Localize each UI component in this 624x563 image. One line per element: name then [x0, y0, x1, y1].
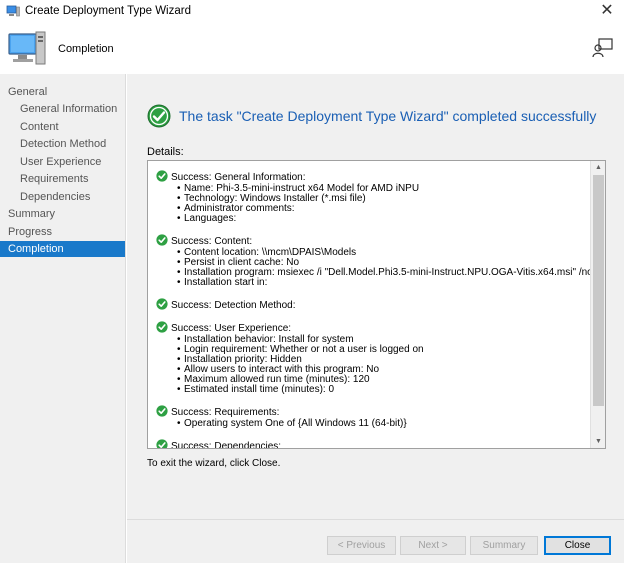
next-button[interactable]: Next > — [400, 536, 466, 555]
section-title: Success: Content: — [171, 236, 253, 247]
exit-instruction: To exit the wizard, click Close. — [147, 458, 281, 469]
previous-button[interactable]: < Previous — [327, 536, 396, 555]
wizard-footer: < Previous Next > Summary Close — [127, 519, 624, 563]
wizard-sidebar: General General Information Content Dete… — [0, 74, 126, 563]
details-section-general-information: Success: General Information: Name: Phi-… — [156, 170, 586, 224]
detail-item: Administrator comments: — [177, 204, 586, 215]
section-title: Success: General Information: — [171, 172, 306, 183]
details-box[interactable]: Success: General Information: Name: Phi-… — [147, 160, 606, 449]
main-panel: The task "Create Deployment Type Wizard"… — [127, 74, 624, 519]
success-check-icon — [156, 298, 168, 310]
detail-item: Languages: — [177, 214, 586, 225]
sidebar-item-summary[interactable]: Summary — [0, 206, 125, 222]
scroll-up-arrow-icon[interactable]: ▲ — [591, 161, 605, 174]
sidebar-item-progress[interactable]: Progress — [0, 224, 125, 240]
computer-icon — [8, 31, 46, 65]
details-label: Details: — [147, 146, 184, 158]
success-check-icon — [147, 104, 171, 128]
computer-icon — [6, 5, 20, 17]
details-content: Success: General Information: Name: Phi-… — [156, 170, 605, 449]
section-title: Success: Dependencies: — [171, 441, 282, 449]
completion-heading: The task "Create Deployment Type Wizard"… — [179, 108, 597, 124]
sidebar-item-detection-method[interactable]: Detection Method — [0, 136, 125, 152]
page-title: Completion — [58, 43, 114, 55]
success-check-icon — [156, 439, 168, 448]
scroll-thumb[interactable] — [593, 175, 604, 406]
details-section-user-experience: Success: User Experience: Installation b… — [156, 321, 586, 395]
sidebar-item-completion[interactable]: Completion — [0, 241, 125, 257]
wizard-header: Completion — [0, 24, 624, 74]
title-bar: Create Deployment Type Wizard ✕ — [0, 0, 624, 24]
success-check-icon — [156, 170, 168, 182]
section-title: Success: Detection Method: — [171, 300, 296, 311]
help-icon[interactable] — [592, 37, 614, 59]
detail-item: Installation start in: — [177, 278, 586, 289]
success-check-icon — [156, 405, 168, 417]
sidebar-item-general[interactable]: General — [0, 84, 125, 100]
sidebar-item-content[interactable]: Content — [0, 119, 125, 135]
section-title: Success: User Experience: — [171, 323, 292, 334]
summary-button[interactable]: Summary — [470, 536, 538, 555]
success-check-icon — [156, 321, 168, 333]
details-section-dependencies: Success: Dependencies: — [156, 439, 586, 449]
detail-item: Operating system One of {All Windows 11 … — [177, 419, 586, 430]
sidebar-item-general-information[interactable]: General Information — [0, 101, 125, 117]
detail-item: Estimated install time (minutes): 0 — [177, 385, 586, 396]
sidebar-item-user-experience[interactable]: User Experience — [0, 154, 125, 170]
success-check-icon — [156, 234, 168, 246]
close-button[interactable]: Close — [544, 536, 611, 555]
scroll-down-arrow-icon[interactable]: ▼ — [591, 435, 605, 448]
section-title: Success: Requirements: — [171, 407, 280, 418]
details-section-requirements: Success: Requirements: Operating system … — [156, 405, 586, 429]
details-section-detection-method: Success: Detection Method: — [156, 298, 586, 311]
sidebar-item-requirements[interactable]: Requirements — [0, 171, 125, 187]
close-window-button[interactable]: ✕ — [596, 1, 618, 21]
details-scrollbar[interactable]: ▲ ▼ — [590, 161, 605, 448]
details-section-content: Success: Content: Content location: \\mc… — [156, 234, 605, 289]
window-title: Create Deployment Type Wizard — [25, 5, 191, 17]
sidebar-item-dependencies[interactable]: Dependencies — [0, 189, 125, 205]
